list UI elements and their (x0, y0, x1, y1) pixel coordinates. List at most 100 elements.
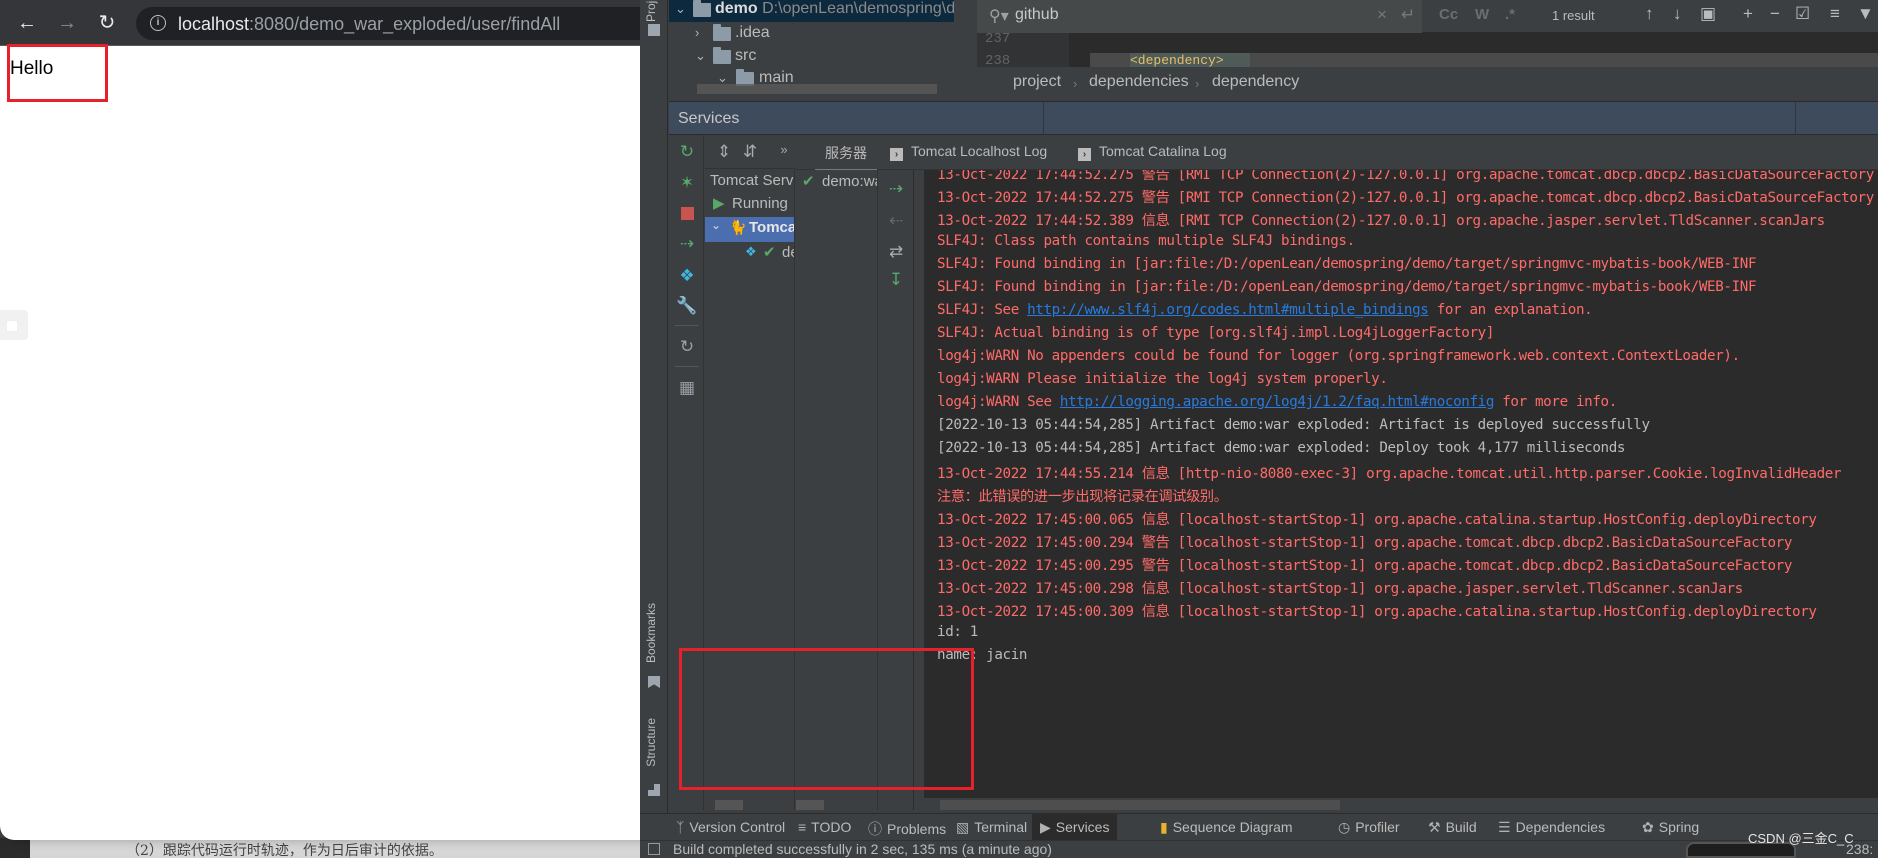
folder-icon (648, 24, 660, 36)
code-dependency-tag: <dependency> (1130, 53, 1250, 67)
tool-tab-version-control[interactable]: ᛉ Version Control (676, 819, 785, 841)
chevron-right-icon[interactable]: › (695, 25, 699, 40)
tab-structure[interactable]: Structure (644, 718, 658, 767)
tool-tab-terminal[interactable]: ▧ Terminal (956, 819, 1027, 841)
refresh-icon[interactable]: ↻ (676, 336, 698, 358)
select-all-occurrences-icon[interactable]: ▣ (1700, 4, 1716, 24)
tool-tab-todo[interactable]: ≡ TODO (798, 819, 851, 841)
remove-occurrence-icon[interactable]: − (1770, 4, 1780, 24)
leaf-icon: ✿ (1642, 819, 1654, 835)
tool-windows-icon[interactable] (648, 843, 660, 855)
branch-icon: ᛉ (676, 819, 685, 835)
stop-icon[interactable] (676, 202, 698, 224)
tab-tomcat-localhost-log[interactable]: › Tomcat Localhost Log (890, 143, 1047, 161)
header-divider (1795, 102, 1796, 136)
filter-icon[interactable]: ▼ (1857, 4, 1874, 24)
tree-item-artifact[interactable]: ❖ ✔ demo:war exploded (705, 242, 794, 267)
tool-tab-build[interactable]: ⚒ Build (1428, 819, 1477, 841)
forward-button[interactable]: → (54, 10, 80, 36)
console-output[interactable]: 13-Oct-2022 17:44:52.275 警告 [RMI TCP Con… (924, 170, 1878, 798)
console-text: for an explanation. (1428, 302, 1593, 318)
deploy-icon[interactable]: ⇢ (885, 178, 907, 200)
tree-item-tomcat[interactable]: ⌄ 🐈 Tomcat (705, 217, 794, 242)
tool-tab-sequence-diagram[interactable]: ▮ Sequence Diagram (1160, 819, 1293, 841)
breadcrumb-item[interactable]: project (1013, 73, 1061, 91)
tool-tab-spring[interactable]: ✿ Spring (1642, 819, 1699, 841)
match-case-toggle[interactable]: Cc (1439, 6, 1458, 23)
chevron-down-icon[interactable]: ⌄ (675, 1, 686, 17)
tool-tab-problems[interactable]: ⓘ Problems (868, 819, 946, 841)
back-button[interactable]: ← (14, 10, 40, 36)
tab-bookmarks[interactable]: Bookmarks (644, 603, 658, 663)
bookmark-icon (648, 676, 660, 688)
horizontal-scrollbar[interactable] (697, 84, 937, 94)
layout-icon[interactable]: ▦ (676, 377, 698, 399)
deploy-icon[interactable]: ⇢ (676, 233, 698, 255)
page-content-hello: Hello (10, 58, 54, 79)
filter-options-icon[interactable]: ≡ (1830, 4, 1840, 24)
regex-toggle[interactable]: .* (1505, 6, 1515, 23)
tree-path: D:\openLean\demospring\d (762, 0, 954, 17)
chevron-down-icon[interactable]: ⌄ (695, 48, 706, 64)
download-icon[interactable]: ↧ (885, 269, 907, 291)
console-line: log4j:WARN No appenders could be found f… (937, 348, 1740, 364)
url-text[interactable]: localhost:8080/demo_war_exploded/user/fi… (178, 14, 560, 35)
find-bar: ⚲▾ github × ↵ Cc W .* 1 result ↑ ↓ ▣ + −… (977, 0, 1878, 33)
update-icon[interactable]: ⇄ (885, 241, 907, 263)
tree-item-running[interactable]: ▶ Running (705, 193, 794, 218)
tool-tab-profiler[interactable]: ◷ Profiler (1338, 819, 1400, 841)
whole-words-toggle[interactable]: W (1475, 6, 1489, 23)
site-info-icon[interactable]: i (150, 15, 166, 31)
toolbar-separator (675, 325, 699, 326)
tree-item-demo[interactable]: ⌄ demo D:\openLean\demospring\d (669, 0, 954, 22)
deployment-actions: ⇢ ⇠ ⇄ ↧ (879, 170, 914, 810)
rerun-icon[interactable]: ↻ (676, 141, 698, 163)
services-tabs: 服务器 › Tomcat Localhost Log › Tomcat Catali… (795, 135, 1878, 172)
arrow-down-icon[interactable]: ↓ (1673, 4, 1682, 24)
undeploy-icon[interactable]: ⇠ (885, 210, 907, 232)
new-line-icon[interactable]: ↵ (1401, 5, 1415, 25)
console-line: SLF4J: Actual binding is of type [org.sl… (937, 325, 1495, 341)
artifacts-icon[interactable]: ❖ (676, 265, 698, 287)
tree-scrollbar[interactable] (715, 800, 743, 810)
clear-icon[interactable]: × (1377, 5, 1387, 25)
expand-all-icon[interactable]: ⇕ (713, 141, 735, 163)
terminal-icon: ▧ (956, 819, 970, 835)
services-action-toolbar: ↻ ✶ ⇢ ❖ 🔧 ↻ ▦ (669, 135, 704, 810)
tool-window-bar: ᛉ Version Control ≡ TODO ⓘ Problems ▧ Terminal ▶… (640, 813, 1878, 841)
tab-tomcat-catalina-log[interactable]: › Tomcat Catalina Log (1078, 143, 1227, 161)
console-line: [2022-10-13 05:44:54,285] Artifact demo:… (937, 417, 1650, 433)
breadcrumb-item[interactable]: dependencies (1089, 73, 1189, 91)
folder-icon (713, 47, 731, 64)
wrench-icon[interactable]: 🔧 (676, 295, 698, 317)
tree-item-idea[interactable]: › .idea (669, 22, 954, 46)
tool-tab-dependencies[interactable]: ☰ Dependencies (1498, 819, 1605, 841)
deployment-scrollbar[interactable] (796, 800, 824, 810)
add-occurrence-icon[interactable]: + (1743, 4, 1753, 24)
tree-item-tomcat-server[interactable]: Tomcat Server (705, 170, 794, 195)
tree-label: Tomcat (749, 219, 794, 236)
collapse-all-icon[interactable]: ⇵ (739, 141, 761, 163)
tree-item-src[interactable]: ⌄ src (669, 45, 954, 69)
tab-server[interactable]: 服务器 (815, 143, 877, 172)
tab-project[interactable]: Project (644, 0, 658, 22)
console-link[interactable]: http://logging.apache.org/log4j/1.2/faq.… (1060, 394, 1495, 410)
search-icon[interactable]: ⚲▾ (989, 6, 1009, 26)
breadcrumb-item[interactable]: dependency (1212, 73, 1299, 91)
find-input[interactable]: ⚲▾ github × ↵ (977, 0, 1422, 33)
console-scrollbar[interactable] (940, 800, 1340, 810)
console-link[interactable]: http://www.slf4j.org/codes.html#multiple… (1027, 302, 1429, 318)
console-line: 注意：此错误的进一步出现将记录在调试级别。 (937, 489, 1228, 505)
tool-tab-services[interactable]: ▶ Services (1032, 814, 1118, 841)
find-query[interactable]: github (1015, 6, 1059, 24)
select-occurrences-icon[interactable]: ☑ (1795, 4, 1810, 24)
floating-widget[interactable] (0, 310, 28, 340)
reload-button[interactable]: ↻ (94, 10, 120, 36)
chevron-down-icon[interactable]: ⌄ (711, 218, 721, 232)
deployment-item[interactable]: ✔ demo:war exploded (796, 172, 877, 194)
address-bar[interactable]: i localhost:8080/demo_war_exploded/user/… (136, 7, 640, 40)
debug-icon[interactable]: ✶ (676, 172, 698, 194)
browser-toolbar: ← → ↻ i localhost:8080/demo_war_exploded… (0, 0, 640, 46)
arrow-up-icon[interactable]: ↑ (1645, 4, 1654, 24)
more-icon[interactable]: » (773, 139, 795, 161)
